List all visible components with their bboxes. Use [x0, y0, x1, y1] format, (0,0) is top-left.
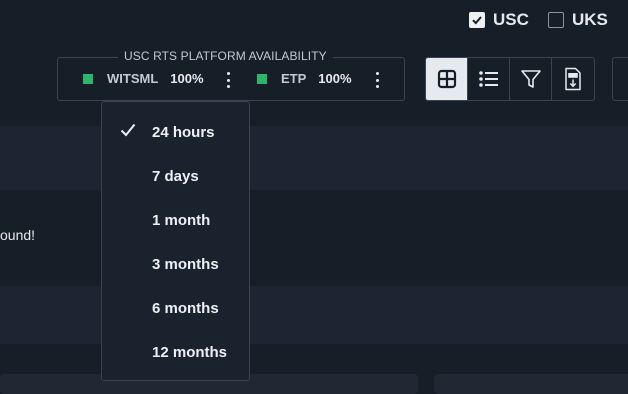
- more-options-icon[interactable]: [374, 70, 380, 90]
- region-checkbox-usc[interactable]: USC: [469, 10, 529, 30]
- filter-button[interactable]: [510, 58, 552, 100]
- menu-item-1-month[interactable]: 1 month: [102, 198, 251, 242]
- region-checkbox-uks[interactable]: UKS: [548, 10, 608, 30]
- availability-item-etp: ETP 100%: [257, 71, 352, 86]
- availability-item-label: WITSML: [107, 71, 159, 86]
- status-indicator-icon: [257, 73, 267, 84]
- menu-item-7-days[interactable]: 7 days: [102, 154, 251, 198]
- content-row: [0, 126, 628, 190]
- checkbox-checked-icon[interactable]: [469, 12, 485, 28]
- checkmark-icon: [120, 122, 136, 142]
- toolbar-extra-button[interactable]: [612, 57, 628, 101]
- time-range-menu: 24 hours 7 days 1 month 3 months 6 month…: [101, 101, 250, 381]
- more-options-icon[interactable]: [225, 70, 231, 90]
- filter-icon: [520, 70, 541, 88]
- checkbox-unchecked-icon[interactable]: [548, 12, 564, 28]
- grid-view-button[interactable]: [426, 58, 468, 100]
- menu-item-label: 6 months: [152, 299, 219, 317]
- platform-availability-panel: USC RTS PLATFORM AVAILABILITY WITSML 100…: [57, 49, 405, 101]
- menu-item-label: 7 days: [152, 167, 199, 185]
- status-indicator-icon: [83, 73, 93, 84]
- content-row: [0, 286, 628, 344]
- view-toolbar: [425, 57, 595, 101]
- menu-item-label: 24 hours: [152, 123, 215, 141]
- availability-item-witsml: WITSML 100%: [83, 71, 204, 86]
- menu-item-6-months[interactable]: 6 months: [102, 286, 251, 330]
- menu-item-label: 3 months: [152, 255, 219, 273]
- region-label: USC: [493, 10, 529, 29]
- list-view-button[interactable]: [468, 58, 510, 100]
- availability-item-value: 100%: [318, 71, 352, 86]
- pdf-export-button[interactable]: [552, 58, 594, 100]
- menu-item-label: 1 month: [152, 211, 211, 229]
- content-card: [434, 374, 628, 394]
- menu-item-12-months[interactable]: 12 months: [102, 330, 251, 374]
- menu-item-24-hours[interactable]: 24 hours: [102, 110, 251, 154]
- pdf-download-icon: [565, 67, 581, 91]
- list-view-icon: [478, 71, 498, 87]
- availability-item-value: 100%: [170, 71, 204, 86]
- availability-title: USC RTS PLATFORM AVAILABILITY: [118, 49, 333, 63]
- region-label: UKS: [572, 10, 608, 29]
- content-row: [0, 190, 628, 286]
- availability-item-label: ETP: [281, 71, 307, 86]
- empty-result-message: ound!: [0, 227, 36, 243]
- grid-view-icon: [437, 69, 456, 89]
- menu-item-3-months[interactable]: 3 months: [102, 242, 251, 286]
- menu-item-label: 12 months: [152, 343, 228, 361]
